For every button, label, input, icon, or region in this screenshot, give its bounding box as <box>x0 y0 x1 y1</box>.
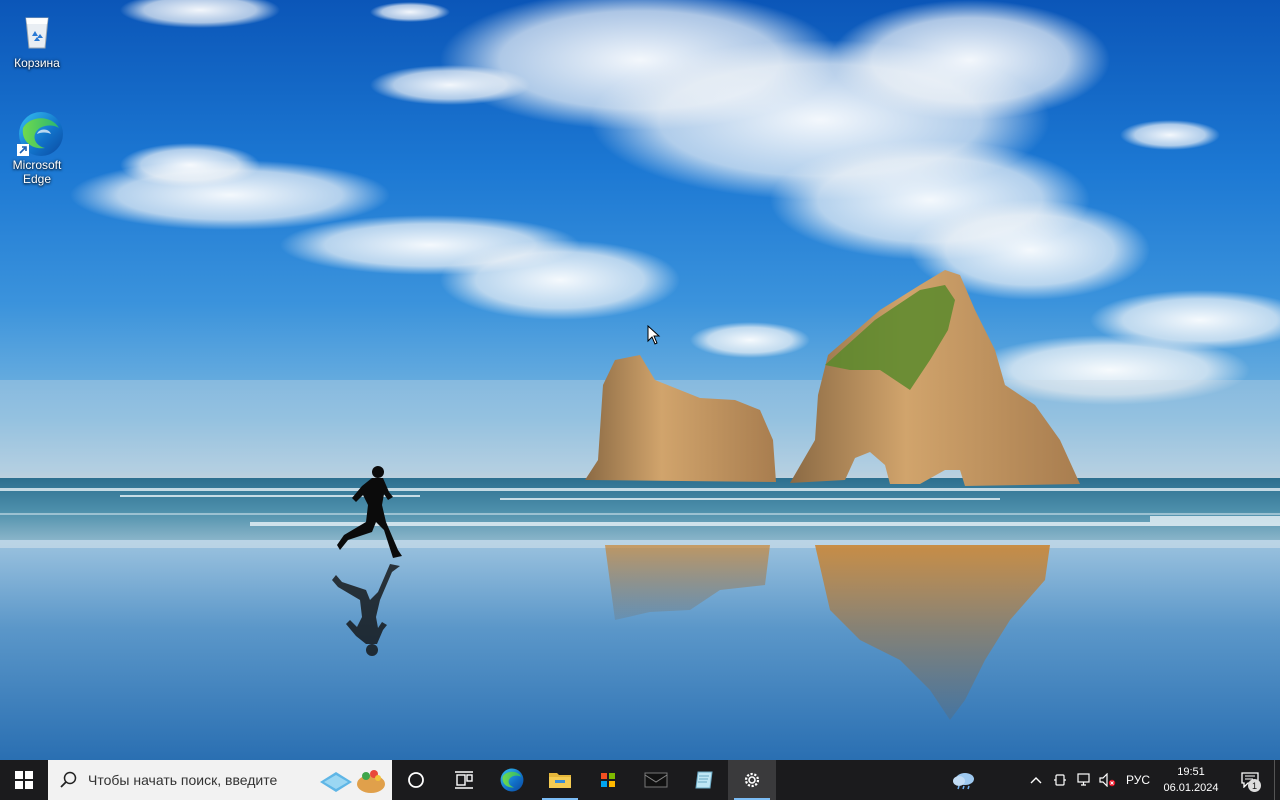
edge-icon <box>500 768 524 792</box>
search-icon <box>58 771 80 789</box>
taskbar: Чтобы начать поиск, введите РУС 19:51 06… <box>0 760 1280 800</box>
action-center-button[interactable]: 1 <box>1226 760 1274 800</box>
taskbar-notepad-button[interactable] <box>680 760 728 800</box>
search-placeholder: Чтобы начать поиск, введите <box>88 772 278 788</box>
edge-icon <box>15 110 63 156</box>
search-box[interactable]: Чтобы начать поиск, введите <box>48 760 392 800</box>
system-tray: РУС 19:51 06.01.2024 1 <box>942 760 1280 800</box>
cortana-button[interactable] <box>392 760 440 800</box>
task-view-button[interactable] <box>440 760 488 800</box>
device-icon[interactable] <box>1048 760 1072 800</box>
start-button[interactable] <box>0 760 48 800</box>
file-explorer-icon <box>549 773 571 788</box>
notification-count-badge: 1 <box>1248 779 1261 792</box>
desktop-wallpaper[interactable] <box>0 0 1280 760</box>
windows-logo-icon <box>15 771 33 789</box>
volume-muted-icon[interactable] <box>1096 760 1120 800</box>
notepad-icon <box>695 771 713 789</box>
wallpaper-scene <box>0 0 1280 760</box>
sea <box>0 478 1280 543</box>
search-highlight-icon <box>316 764 388 799</box>
rock-left <box>585 355 776 482</box>
taskbar-file-explorer-button[interactable] <box>536 760 584 800</box>
mail-icon <box>644 772 668 788</box>
desktop-icon-recycle-bin[interactable]: Корзина <box>0 8 74 70</box>
cortana-icon <box>408 772 424 788</box>
desktop-icon-edge[interactable]: Microsoft Edge <box>0 110 74 186</box>
recycle-bin-icon <box>15 8 59 52</box>
taskbar-store-button[interactable] <box>584 760 632 800</box>
desktop-icon-label: Корзина <box>14 56 60 70</box>
taskbar-edge-button[interactable] <box>488 760 536 800</box>
store-icon <box>601 773 615 787</box>
mouse-cursor-icon <box>647 324 661 348</box>
show-desktop-button[interactable] <box>1274 760 1280 800</box>
clouds <box>70 0 1280 405</box>
desktop-icon-label: Microsoft Edge <box>12 158 62 186</box>
settings-icon <box>744 772 760 788</box>
weather-icon[interactable] <box>942 760 986 800</box>
taskbar-settings-button[interactable] <box>728 760 776 800</box>
task-view-icon <box>455 771 473 789</box>
network-icon[interactable] <box>1072 760 1096 800</box>
input-language-indicator[interactable]: РУС <box>1120 773 1156 787</box>
clock-time: 19:51 <box>1177 766 1205 778</box>
show-hidden-icons-chevron-icon[interactable] <box>1024 760 1048 800</box>
clock[interactable]: 19:51 06.01.2024 <box>1156 764 1226 796</box>
clock-date: 06.01.2024 <box>1163 782 1219 794</box>
taskbar-mail-button[interactable] <box>632 760 680 800</box>
